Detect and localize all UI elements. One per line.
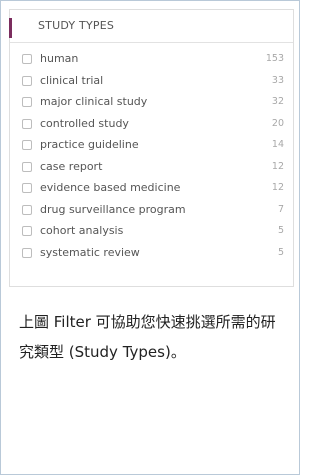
accent-bar xyxy=(9,18,12,38)
study-types-filter-panel: STUDY TYPES human 153 clinical trial 33 … xyxy=(9,9,294,287)
item-label: case report xyxy=(40,159,103,173)
checkbox[interactable] xyxy=(22,75,32,86)
checkbox[interactable] xyxy=(22,183,32,193)
item-label: human xyxy=(40,52,79,65)
checkbox[interactable] xyxy=(22,204,32,215)
filter-title: STUDY TYPES xyxy=(38,19,115,32)
checkbox[interactable] xyxy=(22,247,32,258)
item-label: clinical trial xyxy=(40,73,104,87)
item-label: major clinical study xyxy=(40,95,148,108)
item-label: systematic review xyxy=(40,245,140,259)
item-count: 12 xyxy=(271,182,284,193)
item-label: practice guideline xyxy=(40,138,139,151)
item-count: 32 xyxy=(271,96,284,107)
filter-item-systematic-review[interactable]: systematic review 5 xyxy=(10,244,293,266)
filter-item-case-report[interactable]: case report 12 xyxy=(10,158,293,180)
caption-text: 上圖 Filter 可協助您快速挑選所需的研究類型 (Study Types)。 xyxy=(19,313,276,361)
filter-list: human 153 clinical trial 33 major clinic… xyxy=(10,50,293,265)
item-count: 5 xyxy=(277,225,284,236)
checkbox[interactable] xyxy=(22,118,32,129)
item-label: cohort analysis xyxy=(40,224,124,237)
checkbox[interactable] xyxy=(22,97,32,107)
filter-item-drug-surveillance-program[interactable]: drug surveillance program 7 xyxy=(10,201,293,223)
item-count: 12 xyxy=(271,160,284,172)
item-label: drug surveillance program xyxy=(40,202,186,216)
item-count: 20 xyxy=(271,117,284,129)
filter-item-clinical-trial[interactable]: clinical trial 33 xyxy=(10,72,293,94)
filter-item-human[interactable]: human 153 xyxy=(10,50,293,72)
slide-frame: STUDY TYPES human 153 clinical trial 33 … xyxy=(0,0,300,475)
filter-item-evidence-based-medicine[interactable]: evidence based medicine 12 xyxy=(10,179,293,201)
item-count: 7 xyxy=(277,203,284,215)
checkbox[interactable] xyxy=(22,54,32,64)
filter-item-major-clinical-study[interactable]: major clinical study 32 xyxy=(10,93,293,115)
item-label: controlled study xyxy=(40,116,129,130)
filter-header: STUDY TYPES xyxy=(9,10,293,43)
filter-item-practice-guideline[interactable]: practice guideline 14 xyxy=(10,136,293,158)
filter-item-controlled-study[interactable]: controlled study 20 xyxy=(10,115,293,137)
item-label: evidence based medicine xyxy=(40,181,181,194)
item-count: 14 xyxy=(271,139,284,150)
checkbox[interactable] xyxy=(22,140,32,150)
item-count: 153 xyxy=(265,53,284,64)
filter-item-cohort-analysis[interactable]: cohort analysis 5 xyxy=(10,222,293,244)
checkbox[interactable] xyxy=(22,226,32,236)
item-count: 5 xyxy=(277,246,284,258)
checkbox[interactable] xyxy=(22,161,32,172)
item-count: 33 xyxy=(271,74,284,86)
